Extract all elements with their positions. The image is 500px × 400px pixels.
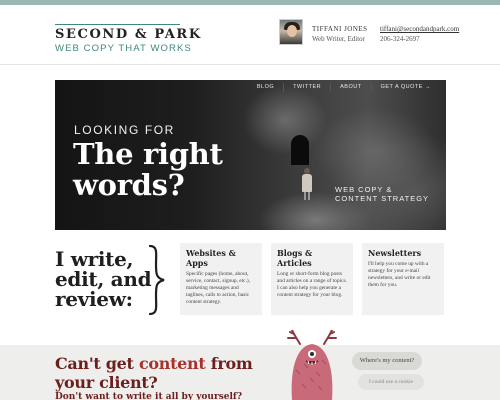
hero-subheading: WEB COPY & CONTENT STRATEGY [335,185,429,203]
figure-legs [304,192,310,200]
avatar [279,19,303,45]
hero-headline: The right words? [73,139,223,201]
service-card-title: Blogs & Articles [277,248,313,268]
services-intro-line1: I write, [55,247,134,271]
nav-get-a-quote[interactable]: GET A QUOTE → [370,83,440,92]
brand-tagline: WEB COPY THAT WORKS [55,43,192,54]
cta-line1-c: from [210,354,253,373]
phone-number: 206-324-2697 [380,35,420,43]
services-intro: I write, edit, and review: [55,247,152,311]
avatar-face [287,25,297,37]
email-link[interactable]: tiffani@secondandpark.com [380,25,459,33]
hero-sub-line1: WEB COPY & [335,185,393,194]
service-card-blogs[interactable]: Blogs & Articles Long or short-form blog… [271,243,353,315]
hero-figure [302,168,312,200]
cta-line1-emphasis: content [138,354,206,373]
cta-subheading: Don't want to write it all by yourself? [55,392,243,400]
speech-bubble-content: Where's my content? [352,352,422,370]
hero-kicker: LOOKING FOR [74,123,175,137]
logo-rule [55,24,180,25]
service-card-body: Specific pages (home, about, service, co… [186,271,251,305]
person-name: TIFFANI JONES [312,25,368,33]
cta-heading-line1: Can't get content from [55,354,253,373]
service-card-title: Websites & Apps [186,248,236,268]
service-card-body: I'll help you come up with a strategy fo… [368,261,431,288]
hero-sub-line2: CONTENT STRATEGY [335,194,430,203]
figure-body [302,174,312,192]
hero-archway [291,135,309,165]
site-header: SECOND & PARK WEB COPY THAT WORKS TIFFAN… [0,5,500,65]
hero-headline-line2: words? [73,168,185,202]
cta-heading-line2: your client? [55,373,158,392]
service-card-title: Newsletters [368,248,422,258]
service-card-websites[interactable]: Websites & Apps Specific pages (home, ab… [180,243,262,315]
curly-brace-icon [148,244,165,316]
monster-illustration-icon [287,330,337,400]
services-intro-line3: review: [55,287,133,311]
person-role: Web Writer, Editor [312,35,365,43]
nav-blog[interactable]: BLOG [248,83,283,92]
speech-bubble-cookie: I could use a cookie [358,374,424,390]
hero-headline-line1: The right [73,137,223,171]
cta-line1-a: Can't get [55,354,134,373]
services-intro-line2: edit, and [55,267,152,291]
nav-about[interactable]: ABOUT [330,83,370,92]
hero-banner: BLOG TWITTER ABOUT GET A QUOTE → LOOKING… [55,80,446,230]
brand-logo[interactable]: SECOND & PARK [55,27,202,42]
header-divider [0,64,500,65]
service-card-body: Long or short-form blog posts and articl… [277,271,347,298]
main-nav: BLOG TWITTER ABOUT GET A QUOTE → [248,83,440,92]
nav-twitter[interactable]: TWITTER [283,83,330,92]
service-card-newsletters[interactable]: Newsletters I'll help you come up with a… [362,243,444,315]
